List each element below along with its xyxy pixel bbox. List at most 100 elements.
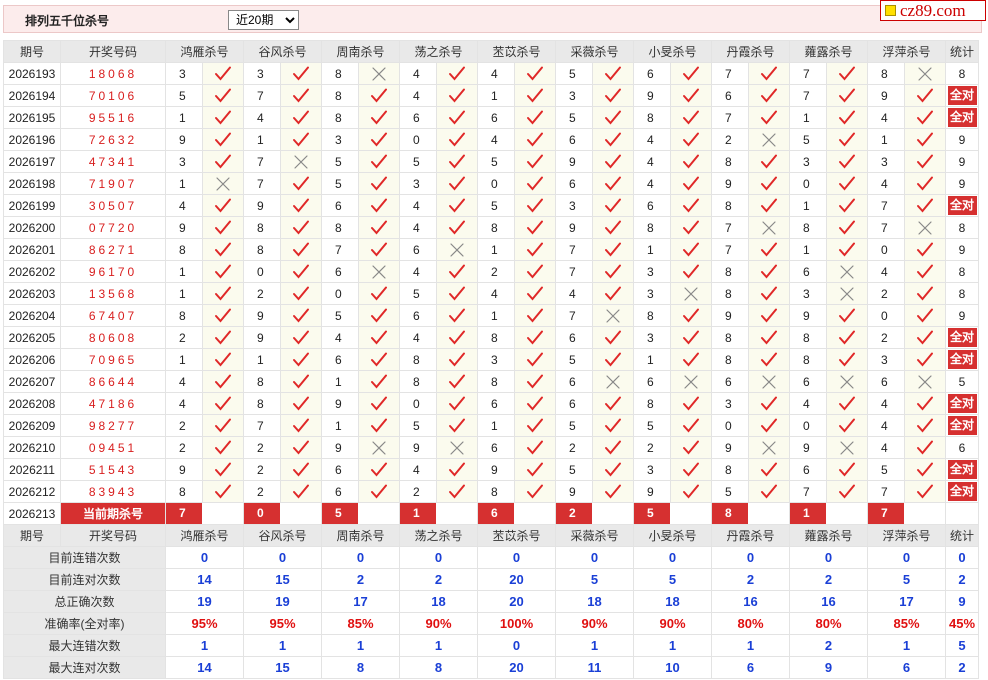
check-icon: [683, 352, 699, 367]
result-mark-cell: [436, 326, 478, 349]
kill-value-cell: 8: [789, 348, 827, 371]
result-mark-cell: [826, 128, 868, 151]
check-icon: [917, 88, 933, 103]
kill-value-cell: 6: [867, 370, 905, 393]
kill-value-cell: 4: [399, 260, 437, 283]
result-mark-cell: [670, 216, 712, 239]
result-mark-cell: [280, 128, 322, 151]
check-icon: [761, 396, 777, 411]
check-icon: [761, 154, 777, 169]
check-icon: [605, 462, 621, 477]
kill-value-cell: 5: [399, 282, 437, 305]
cross-icon: [762, 374, 776, 389]
result-mark-cell: [436, 392, 478, 415]
result-mark-cell: [592, 436, 634, 459]
kill-value-cell: 1: [477, 414, 515, 437]
result-mark-cell: [670, 370, 712, 393]
result-mark-cell: [202, 150, 244, 173]
result-mark-cell: [826, 458, 868, 481]
stats-total: 9: [945, 590, 979, 613]
check-icon: [917, 242, 933, 257]
result-mark-cell: [436, 348, 478, 371]
table-row: 2026194 70106 5 7 8 4 1 3 9 6 7 9 全对: [3, 84, 979, 107]
check-icon: [605, 264, 621, 279]
kill-value-cell: 8: [789, 326, 827, 349]
result-mark-cell: [358, 370, 400, 393]
stats-value: 18: [399, 590, 478, 613]
result-mark-cell: [358, 106, 400, 129]
result-mark-cell: [826, 348, 868, 371]
kill-value-cell: 3: [399, 172, 437, 195]
col-expert-header: 周南杀号: [321, 524, 400, 547]
check-icon: [449, 308, 465, 323]
result-mark-cell: [436, 458, 478, 481]
stats-value: 20: [477, 568, 556, 591]
result-mark-cell: [592, 194, 634, 217]
stats-value: 1: [711, 634, 790, 657]
kill-value-cell: 5: [321, 150, 359, 173]
cross-icon: [450, 440, 464, 455]
kill-value-cell: 1: [165, 172, 203, 195]
site-logo[interactable]: cz89.com: [880, 0, 986, 21]
cross-icon: [762, 132, 776, 147]
check-icon: [371, 198, 387, 213]
stats-total: 2: [945, 656, 979, 679]
check-icon: [917, 440, 933, 455]
kill-value-cell: 0: [711, 414, 749, 437]
result-mark-cell: [670, 304, 712, 327]
kill-value-cell: 4: [399, 62, 437, 85]
kill-value-cell: 9: [555, 216, 593, 239]
stats-value: 0: [711, 546, 790, 569]
current-kill-value: 1: [400, 503, 436, 524]
check-icon: [839, 396, 855, 411]
kill-value-cell: 2: [867, 282, 905, 305]
check-icon: [449, 264, 465, 279]
table-row: 2026210 09451 2 2 9 9 6 2 2 9 9 4 6: [3, 436, 979, 459]
result-mark-cell: [904, 128, 946, 151]
cross-icon: [450, 242, 464, 257]
kill-value-cell: 9: [243, 304, 281, 327]
kill-value-cell: 8: [321, 84, 359, 107]
result-mark-cell: [592, 84, 634, 107]
kill-value-cell: 3: [867, 150, 905, 173]
col-expert-header: 小旻杀号: [633, 524, 712, 547]
kill-value-cell: 2: [243, 458, 281, 481]
result-mark-cell: [280, 436, 322, 459]
check-icon: [293, 352, 309, 367]
kill-value-cell: 9: [867, 84, 905, 107]
check-icon: [527, 418, 543, 433]
issue-cell: 2026212: [3, 480, 61, 503]
kill-value-cell: 3: [633, 260, 671, 283]
stats-value: 5: [633, 568, 712, 591]
kill-value-cell: 4: [399, 216, 437, 239]
kill-value-cell: 6: [555, 370, 593, 393]
result-mark-cell: [202, 414, 244, 437]
all-correct-badge: 全对: [947, 108, 977, 127]
check-icon: [449, 418, 465, 433]
result-mark-cell: [202, 348, 244, 371]
check-icon: [527, 352, 543, 367]
issue-cell: 2026198: [3, 172, 61, 195]
result-mark-cell: [280, 458, 322, 481]
period-select[interactable]: 近20期: [228, 10, 299, 30]
kill-value-cell: 7: [867, 216, 905, 239]
issue-cell: 2026195: [3, 106, 61, 129]
kill-value-cell: 7: [711, 238, 749, 261]
issue-cell: 2026209: [3, 414, 61, 437]
kill-value-cell: 8: [243, 392, 281, 415]
kill-value-cell: 3: [633, 458, 671, 481]
kill-value-cell: 4: [867, 260, 905, 283]
kill-value-cell: 1: [165, 260, 203, 283]
kill-value-cell: 7: [243, 414, 281, 437]
kill-value-cell: 7: [555, 238, 593, 261]
kill-value-cell: 2: [165, 326, 203, 349]
result-mark-cell: [280, 326, 322, 349]
check-icon: [761, 176, 777, 191]
cross-icon: [372, 66, 386, 81]
cross-icon: [840, 440, 854, 455]
check-icon: [683, 484, 699, 499]
kill-value-cell: 5: [321, 304, 359, 327]
result-mark-cell: [826, 84, 868, 107]
kill-value-cell: 6: [633, 62, 671, 85]
kill-value-cell: 1: [633, 348, 671, 371]
